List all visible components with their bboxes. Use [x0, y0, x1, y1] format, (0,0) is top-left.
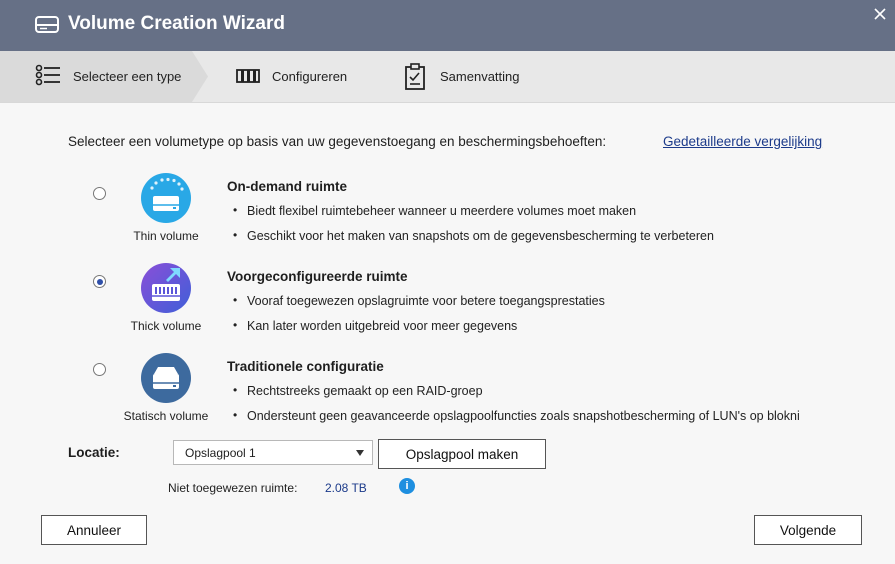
- title-bar: Volume Creation Wizard: [0, 0, 895, 51]
- thick-volume-bullet: Kan later worden uitgebreid voor meer ge…: [233, 318, 517, 333]
- thin-volume-radio[interactable]: [93, 187, 106, 200]
- next-button[interactable]: Volgende: [754, 515, 862, 545]
- thick-volume-title: Voorgeconfigureerde ruimte: [227, 269, 408, 284]
- list-icon: [35, 64, 60, 86]
- wizard-steps: Selecteer een type Configureren Samenvat…: [0, 51, 895, 103]
- step-label: Configureren: [272, 69, 348, 84]
- drive-icon: [35, 16, 59, 33]
- location-label: Locatie:: [68, 445, 120, 460]
- create-storage-pool-button[interactable]: Opslagpool maken: [378, 439, 546, 469]
- chevron-down-icon: [356, 450, 364, 456]
- unallocated-space-value: 2.08 TB: [325, 481, 367, 495]
- thin-volume-bullet: Biedt flexibel ruimtebeheer wanneer u me…: [233, 203, 636, 218]
- thin-volume-icon: [141, 173, 191, 223]
- static-volume-bullet: Rechtstreeks gemaakt op een RAID-groep: [233, 383, 483, 398]
- window-title: Volume Creation Wizard: [68, 13, 285, 34]
- detailed-comparison-link[interactable]: Gedetailleerde vergelijking: [663, 134, 822, 149]
- thin-volume-title: On-demand ruimte: [227, 179, 348, 194]
- storage-pool-select[interactable]: Opslagpool 1: [173, 440, 373, 465]
- static-volume-bullet: Ondersteunt geen geavanceerde opslagpool…: [233, 408, 800, 423]
- static-volume-title: Traditionele configuratie: [227, 359, 384, 374]
- close-icon[interactable]: [872, 6, 888, 22]
- step-label: Samenvatting: [440, 69, 520, 84]
- cancel-button[interactable]: Annuleer: [41, 515, 147, 545]
- step-select-type: Selecteer een type: [0, 51, 208, 102]
- thick-volume-label: Thick volume: [130, 319, 202, 333]
- thin-volume-label: Thin volume: [133, 229, 199, 243]
- unallocated-space-label: Niet toegewezen ruimte:: [168, 481, 298, 495]
- instruction-text: Selecteer een volumetype op basis van uw…: [68, 134, 607, 149]
- storage-pool-value: Opslagpool 1: [185, 446, 256, 460]
- thin-volume-bullet: Geschikt voor het maken van snapshots om…: [233, 228, 714, 243]
- thick-volume-icon: [141, 263, 191, 313]
- configure-icon: [236, 69, 260, 83]
- clipboard-icon: [405, 63, 425, 90]
- step-label: Selecteer een type: [73, 69, 182, 84]
- static-volume-radio[interactable]: [93, 363, 106, 376]
- step-configure: Configureren: [230, 51, 370, 102]
- static-volume-icon: [141, 353, 191, 403]
- static-volume-label: Statisch volume: [123, 409, 209, 423]
- thick-volume-bullet: Vooraf toegewezen opslagruimte voor bete…: [233, 293, 605, 308]
- step-summary: Samenvatting: [400, 51, 540, 102]
- thick-volume-radio[interactable]: [93, 275, 106, 288]
- info-icon[interactable]: i: [399, 478, 415, 494]
